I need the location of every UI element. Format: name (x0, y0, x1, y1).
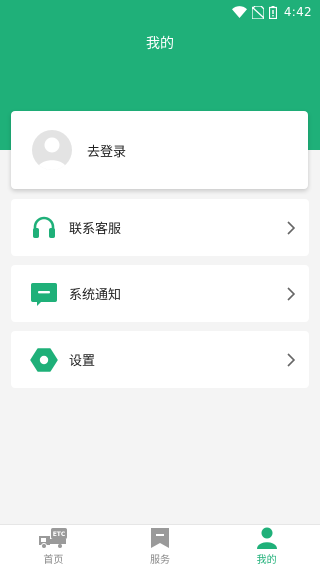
chevron-right-icon (287, 220, 295, 235)
person-icon (256, 527, 277, 549)
menu-label: 设置 (69, 354, 96, 369)
settings-hexagon-icon (29, 345, 59, 375)
tab-service[interactable]: 服务 (107, 525, 214, 569)
message-icon (29, 279, 59, 309)
tab-label: 服务 (150, 555, 170, 566)
menu-item-system-notification[interactable]: 系统通知 (11, 265, 309, 322)
login-card[interactable]: 去登录 (11, 111, 308, 189)
etc-truck-icon: ETC (39, 528, 68, 549)
tab-home[interactable]: ETC 首页 (0, 525, 107, 569)
menu-item-customer-service[interactable]: 联系客服 (11, 199, 309, 256)
headset-icon (29, 213, 59, 243)
wifi-icon (231, 6, 247, 18)
chevron-right-icon (287, 286, 295, 301)
bottom-tab-bar: ETC 首页 服务 我的 (0, 524, 320, 569)
no-sim-icon (251, 5, 264, 19)
chevron-right-icon (287, 352, 295, 367)
menu-item-settings[interactable]: 设置 (11, 331, 309, 388)
tab-mine[interactable]: 我的 (213, 525, 320, 569)
menu-label: 联系客服 (69, 222, 122, 237)
bookmark-icon (151, 528, 169, 548)
tab-label: 我的 (256, 555, 277, 566)
tab-label: 首页 (43, 555, 64, 566)
page-title: 我的 (146, 36, 174, 52)
svg-text:ETC: ETC (53, 531, 66, 538)
status-bar: 4:42 (0, 0, 320, 24)
avatar[interactable] (32, 130, 72, 170)
login-label[interactable]: 去登录 (87, 141, 126, 160)
status-time: 4:42 (283, 5, 312, 19)
menu-label: 系统通知 (69, 288, 122, 303)
default-avatar-icon (37, 137, 67, 170)
battery-icon (268, 5, 277, 19)
